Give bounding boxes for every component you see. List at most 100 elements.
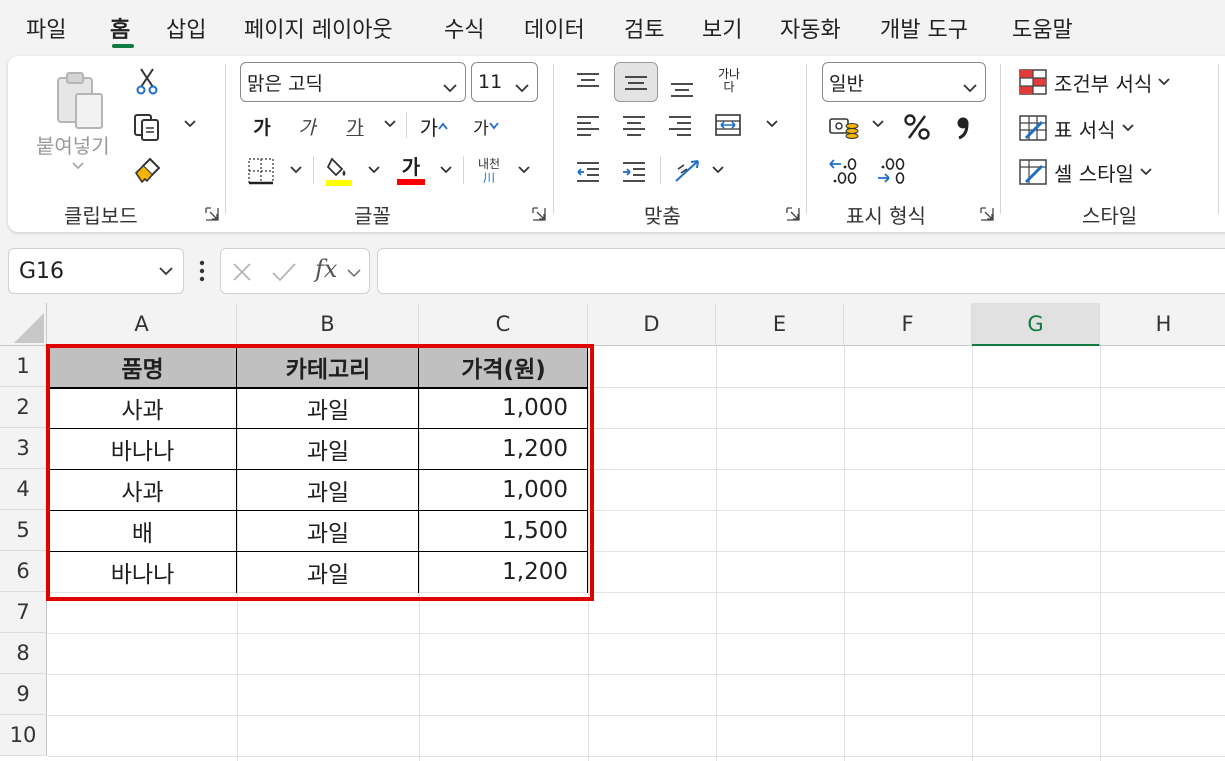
font-color-dropdown-icon[interactable] <box>440 166 454 180</box>
column-header-e[interactable]: E <box>716 303 844 346</box>
table-cell[interactable]: 1,500 <box>419 510 588 551</box>
table-cell[interactable]: 과일 <box>237 510 419 551</box>
table-cell[interactable]: 바나나 <box>48 551 237 592</box>
row-header[interactable]: 4 <box>0 469 47 510</box>
format-painter-icon[interactable] <box>130 154 164 188</box>
italic-button[interactable]: 가 <box>293 110 321 142</box>
align-center-icon[interactable] <box>616 108 652 142</box>
row-header[interactable]: 3 <box>0 428 47 469</box>
cancel-icon[interactable] <box>231 261 253 283</box>
column-header-c[interactable]: C <box>419 303 588 346</box>
paste-dropdown-icon[interactable] <box>72 162 86 176</box>
column-header-f[interactable]: F <box>844 303 972 346</box>
font-launcher-icon[interactable] <box>532 206 546 221</box>
decrease-indent-icon[interactable] <box>570 154 606 188</box>
merge-center-icon[interactable] <box>710 108 746 142</box>
phonetic-dropdown-icon[interactable] <box>518 166 532 180</box>
align-right-icon[interactable] <box>662 108 698 142</box>
borders-dropdown-icon[interactable] <box>290 166 304 180</box>
row-header[interactable]: 10 <box>0 715 47 756</box>
enter-check-icon[interactable] <box>271 261 297 283</box>
accounting-dropdown-icon[interactable] <box>872 120 886 134</box>
orientation-icon[interactable] <box>668 152 706 190</box>
table-cell[interactable]: 사과 <box>48 387 237 428</box>
table-header-cell[interactable]: 가격(원) <box>419 346 588 387</box>
table-cell[interactable]: 1,000 <box>419 387 588 428</box>
row-header[interactable]: 1 <box>0 346 47 387</box>
column-header-g[interactable]: G <box>972 303 1100 346</box>
tab-developer[interactable]: 개발 도구 <box>880 12 968 44</box>
cut-icon[interactable] <box>132 66 162 96</box>
select-all-corner[interactable] <box>0 303 47 346</box>
tab-insert[interactable]: 삽입 <box>166 12 206 44</box>
fill-color-icon[interactable] <box>322 152 356 188</box>
underline-button[interactable]: 가 <box>341 110 369 142</box>
comma-style-icon[interactable] <box>948 108 978 146</box>
tab-data[interactable]: 데이터 <box>524 12 585 44</box>
table-cell[interactable]: 과일 <box>237 428 419 469</box>
name-box[interactable]: G16 <box>8 248 184 294</box>
tab-automate[interactable]: 자동화 <box>780 12 841 44</box>
column-header-a[interactable]: A <box>47 303 237 346</box>
paste-icon[interactable] <box>50 68 110 134</box>
table-cell[interactable]: 과일 <box>237 551 419 592</box>
font-size-select[interactable]: 11 <box>471 62 538 102</box>
clipboard-launcher-icon[interactable] <box>205 206 219 221</box>
tab-view[interactable]: 보기 <box>702 12 742 44</box>
row-header[interactable]: 9 <box>0 674 47 715</box>
alignment-launcher-icon[interactable] <box>786 206 800 221</box>
tab-file[interactable]: 파일 <box>26 12 66 44</box>
chevron-down-icon[interactable] <box>159 267 173 276</box>
shrink-font-button[interactable]: 가 <box>466 110 506 142</box>
fill-color-dropdown-icon[interactable] <box>368 166 382 180</box>
tab-help[interactable]: 도움말 <box>1012 12 1073 44</box>
table-cell[interactable]: 1,200 <box>419 428 588 469</box>
insert-function-button[interactable]: fx <box>315 255 337 283</box>
copy-icon[interactable] <box>130 110 164 144</box>
grow-font-button[interactable]: 가 <box>414 110 454 142</box>
more-options-icon[interactable] <box>196 258 208 284</box>
orientation-dropdown-icon[interactable] <box>712 166 726 180</box>
tab-home[interactable]: 홈 <box>110 12 130 44</box>
font-color-button[interactable]: 가 <box>394 152 428 188</box>
table-cell[interactable]: 1,000 <box>419 469 588 510</box>
decrease-decimal-icon[interactable] <box>872 154 912 188</box>
table-cell[interactable]: 과일 <box>237 387 419 428</box>
chevron-down-icon[interactable] <box>347 269 361 278</box>
table-cell[interactable]: 배 <box>48 510 237 551</box>
underline-dropdown-icon[interactable] <box>384 120 398 134</box>
percent-icon[interactable] <box>898 108 936 146</box>
increase-decimal-icon[interactable] <box>824 154 864 188</box>
formula-input[interactable] <box>377 248 1225 294</box>
table-cell[interactable]: 과일 <box>237 469 419 510</box>
table-cell[interactable]: 바나나 <box>48 428 237 469</box>
table-header-cell[interactable]: 카테고리 <box>237 346 419 387</box>
column-header-h[interactable]: H <box>1100 303 1225 346</box>
wrap-text-button[interactable]: 가나 다 <box>710 62 748 100</box>
tab-review[interactable]: 검토 <box>624 12 664 44</box>
row-header[interactable]: 6 <box>0 551 47 592</box>
conditional-formatting-button[interactable]: 조건부 서식 <box>1018 64 1198 100</box>
table-cell[interactable]: 1,200 <box>419 551 588 592</box>
align-middle-icon[interactable] <box>614 62 658 102</box>
number-launcher-icon[interactable] <box>980 206 994 221</box>
tab-page-layout[interactable]: 페이지 레이아웃 <box>244 12 393 44</box>
merge-dropdown-icon[interactable] <box>766 120 780 134</box>
table-header-cell[interactable]: 품명 <box>48 346 237 387</box>
row-header[interactable]: 8 <box>0 633 47 674</box>
bold-button[interactable]: 가 <box>248 110 276 142</box>
align-left-icon[interactable] <box>570 108 606 142</box>
format-as-table-button[interactable]: 표 서식 <box>1018 110 1178 146</box>
row-header[interactable]: 2 <box>0 387 47 428</box>
column-header-b[interactable]: B <box>237 303 419 346</box>
paste-button[interactable]: 붙여넣기 <box>36 130 110 159</box>
phonetic-button[interactable]: 내천 川 <box>470 152 508 190</box>
align-top-icon[interactable] <box>570 64 606 98</box>
number-format-select[interactable]: 일반 <box>822 62 986 102</box>
cell-styles-button[interactable]: 셀 스타일 <box>1018 154 1188 190</box>
table-cell[interactable]: 사과 <box>48 469 237 510</box>
align-bottom-icon[interactable] <box>664 70 700 104</box>
accounting-format-icon[interactable] <box>824 110 864 144</box>
borders-icon[interactable] <box>244 154 278 188</box>
row-header[interactable]: 5 <box>0 510 47 551</box>
